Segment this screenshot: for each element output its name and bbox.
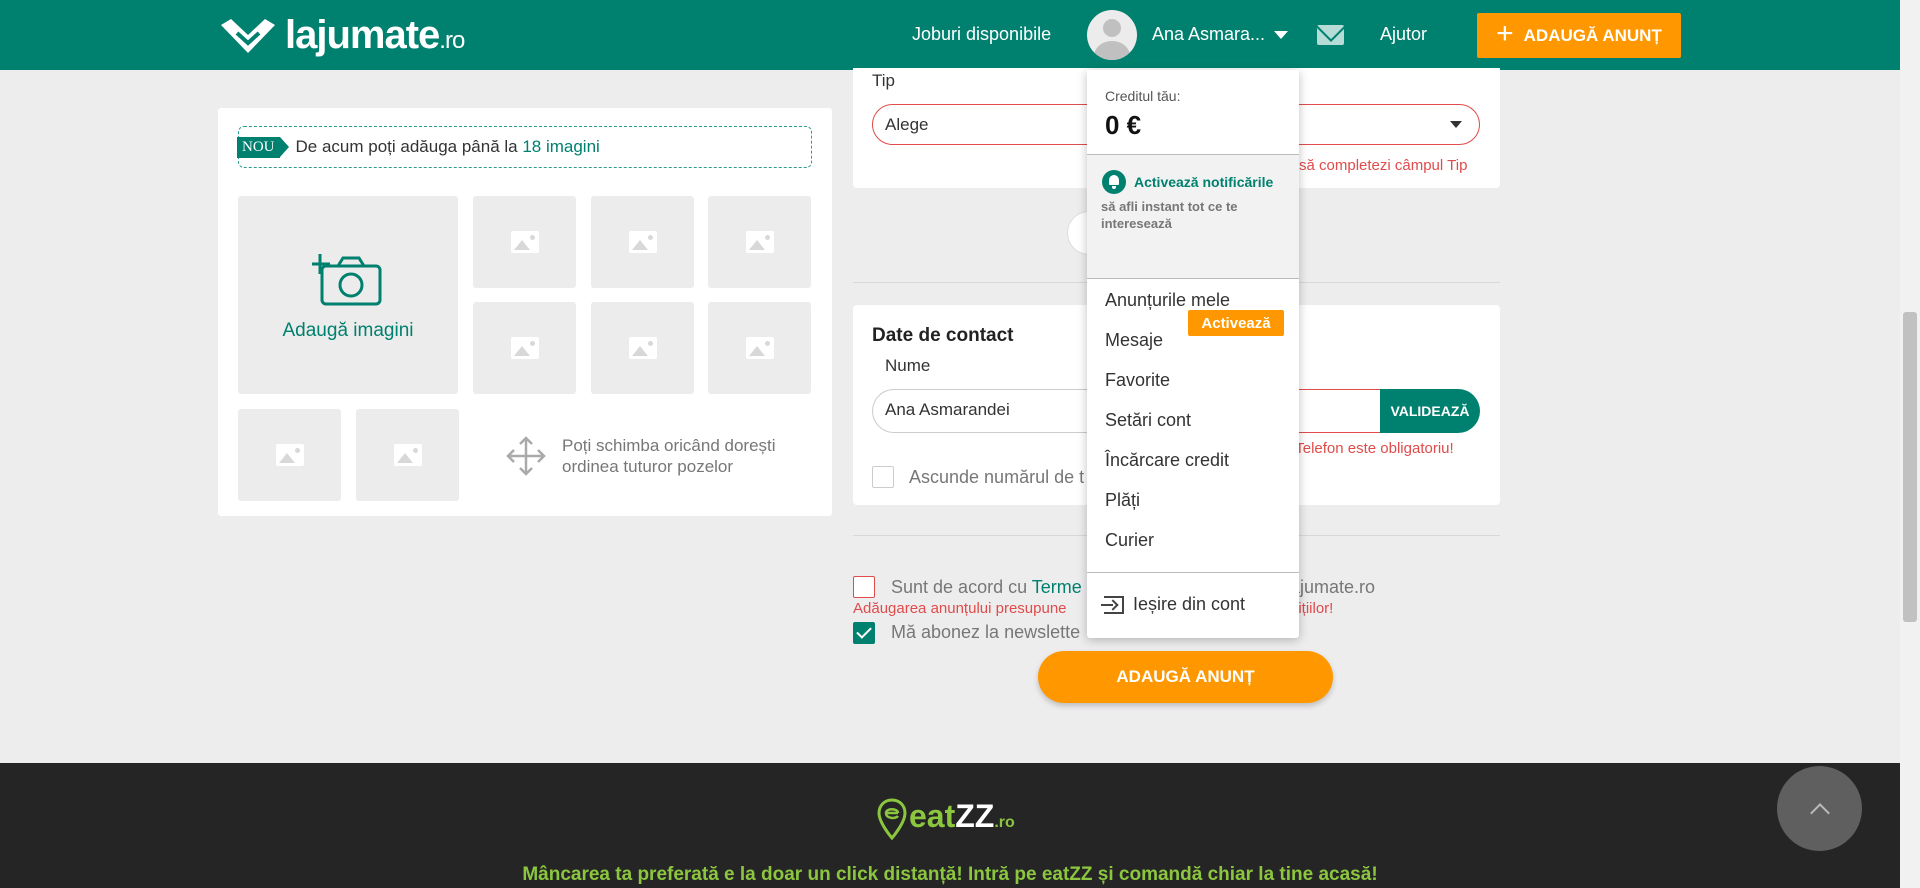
menu-item-favorites[interactable]: Favorite bbox=[1105, 370, 1170, 391]
plus-icon: + bbox=[1496, 16, 1514, 50]
terms-checkbox[interactable] bbox=[853, 576, 875, 598]
notifications-title[interactable]: Activează notificările bbox=[1134, 174, 1273, 190]
image-placeholder-icon bbox=[628, 231, 657, 253]
bell-icon bbox=[1102, 170, 1126, 194]
user-menu-name[interactable]: Ana Asmara... bbox=[1152, 24, 1265, 45]
name-label: Nume bbox=[885, 356, 931, 375]
type-select-value: Alege bbox=[885, 115, 929, 134]
terms-link[interactable]: Terme bbox=[1032, 577, 1082, 597]
banner-text: De acum poți adăuga până la 18 imagini bbox=[295, 137, 600, 156]
help-link[interactable]: Ajutor bbox=[1380, 24, 1427, 45]
type-label: Tip bbox=[872, 71, 895, 90]
menu-item-account-settings[interactable]: Setări cont bbox=[1105, 410, 1191, 431]
image-slot[interactable] bbox=[473, 196, 576, 288]
footer-tagline: Mâncarea ta preferată e la doar un click… bbox=[522, 864, 1378, 885]
notifications-desc: să afli instant tot ce te interesează bbox=[1101, 199, 1238, 231]
eatzz-logo-text: eatZZ.ro bbox=[909, 798, 1015, 834]
contact-title: Date de contact bbox=[872, 325, 1014, 346]
newsletter-checkbox[interactable] bbox=[853, 622, 875, 644]
reorder-hint: Poți schimba oricând dorești ordinea tut… bbox=[562, 436, 776, 476]
image-placeholder-icon bbox=[510, 337, 539, 359]
menu-item-courier[interactable]: Curier bbox=[1105, 530, 1154, 551]
chevron-up-icon bbox=[1809, 802, 1830, 823]
name-field-value: Ana Asmarandei bbox=[885, 400, 1010, 419]
add-listing-button[interactable]: + ADAUGĂ ANUNȚ bbox=[1477, 13, 1681, 58]
move-arrows-icon bbox=[506, 436, 546, 476]
page-scrollbar[interactable] bbox=[1900, 0, 1920, 888]
user-dropdown-menu: Creditul tău: 0 € Activează notificările… bbox=[1087, 70, 1299, 638]
add-images-label: Adaugă imagini bbox=[282, 320, 414, 341]
terms-error: Adăugarea anunțului presupune bbox=[853, 600, 1067, 617]
add-listing-label: ADAUGĂ ANUNȚ bbox=[1523, 25, 1662, 45]
new-badge: NOU bbox=[237, 136, 288, 158]
hide-phone-label: Ascunde numărul de t bbox=[909, 467, 1085, 487]
menu-item-my-ads[interactable]: Anunțurile mele bbox=[1105, 290, 1230, 311]
chevron-down-icon[interactable] bbox=[1274, 31, 1288, 39]
image-placeholder-icon bbox=[275, 444, 304, 466]
newsletter-label: Mă abonez la newslette bbox=[891, 622, 1081, 642]
image-slot[interactable] bbox=[238, 409, 341, 501]
add-images-button[interactable]: Adaugă imagini bbox=[238, 196, 458, 394]
image-placeholder-icon bbox=[628, 337, 657, 359]
credit-label: Creditul tău: bbox=[1105, 88, 1181, 104]
image-placeholder-icon bbox=[393, 444, 422, 466]
camera-add-icon bbox=[312, 254, 382, 306]
image-placeholder-icon bbox=[510, 231, 539, 253]
terms-label: Sunt de acord cu Terme bbox=[891, 577, 1082, 597]
type-error: să completezi câmpul Tip bbox=[1299, 157, 1468, 174]
menu-item-top-up-credit[interactable]: Încărcare credit bbox=[1105, 450, 1229, 471]
logout-icon bbox=[1101, 596, 1124, 614]
image-slot[interactable] bbox=[591, 196, 694, 288]
terms-label-end: ajumate.ro bbox=[1290, 577, 1376, 597]
image-slot[interactable] bbox=[473, 302, 576, 394]
chevron-down-icon bbox=[1450, 121, 1462, 128]
eatzz-logo[interactable]: eatZZ.ro bbox=[877, 798, 1015, 840]
location-pin-icon bbox=[877, 798, 907, 840]
enable-notifications-button[interactable]: Activează bbox=[1188, 310, 1284, 336]
image-slot[interactable] bbox=[708, 196, 811, 288]
credit-value: 0 € bbox=[1105, 110, 1142, 140]
image-placeholder-icon bbox=[745, 231, 774, 253]
avatar[interactable] bbox=[1087, 10, 1137, 60]
menu-item-payments[interactable]: Plăți bbox=[1105, 490, 1140, 511]
menu-item-messages[interactable]: Mesaje bbox=[1105, 330, 1163, 351]
phone-error: l Telefon este obligatoriu! bbox=[1288, 440, 1454, 457]
image-slot[interactable] bbox=[356, 409, 459, 501]
menu-divider bbox=[1087, 278, 1299, 279]
submit-listing-button[interactable]: ADAUGĂ ANUNȚ bbox=[1038, 651, 1333, 703]
image-slot[interactable] bbox=[708, 302, 811, 394]
jobs-link[interactable]: Joburi disponibile bbox=[912, 24, 1051, 45]
top-header: lajumate.ro Joburi disponibile Ana Asmar… bbox=[0, 0, 1900, 70]
menu-item-logout[interactable]: Ieșire din cont bbox=[1133, 594, 1245, 615]
notifications-panel: Activează notificările să afli instant t… bbox=[1087, 155, 1299, 336]
new-feature-banner: NOU De acum poți adăuga până la 18 imagi… bbox=[237, 126, 812, 168]
heart-hands-icon bbox=[221, 18, 275, 53]
validate-button[interactable]: VALIDEAZĂ bbox=[1380, 389, 1480, 433]
image-slot[interactable] bbox=[591, 302, 694, 394]
menu-divider bbox=[1087, 572, 1299, 573]
scrollbar-thumb[interactable] bbox=[1903, 312, 1917, 622]
mail-icon[interactable] bbox=[1317, 25, 1344, 45]
image-placeholder-icon bbox=[745, 337, 774, 359]
logo-text: lajumate.ro bbox=[285, 13, 465, 57]
site-logo[interactable]: lajumate.ro bbox=[217, 13, 465, 58]
hide-phone-checkbox[interactable] bbox=[872, 466, 894, 488]
scroll-to-top-button[interactable] bbox=[1777, 766, 1862, 851]
